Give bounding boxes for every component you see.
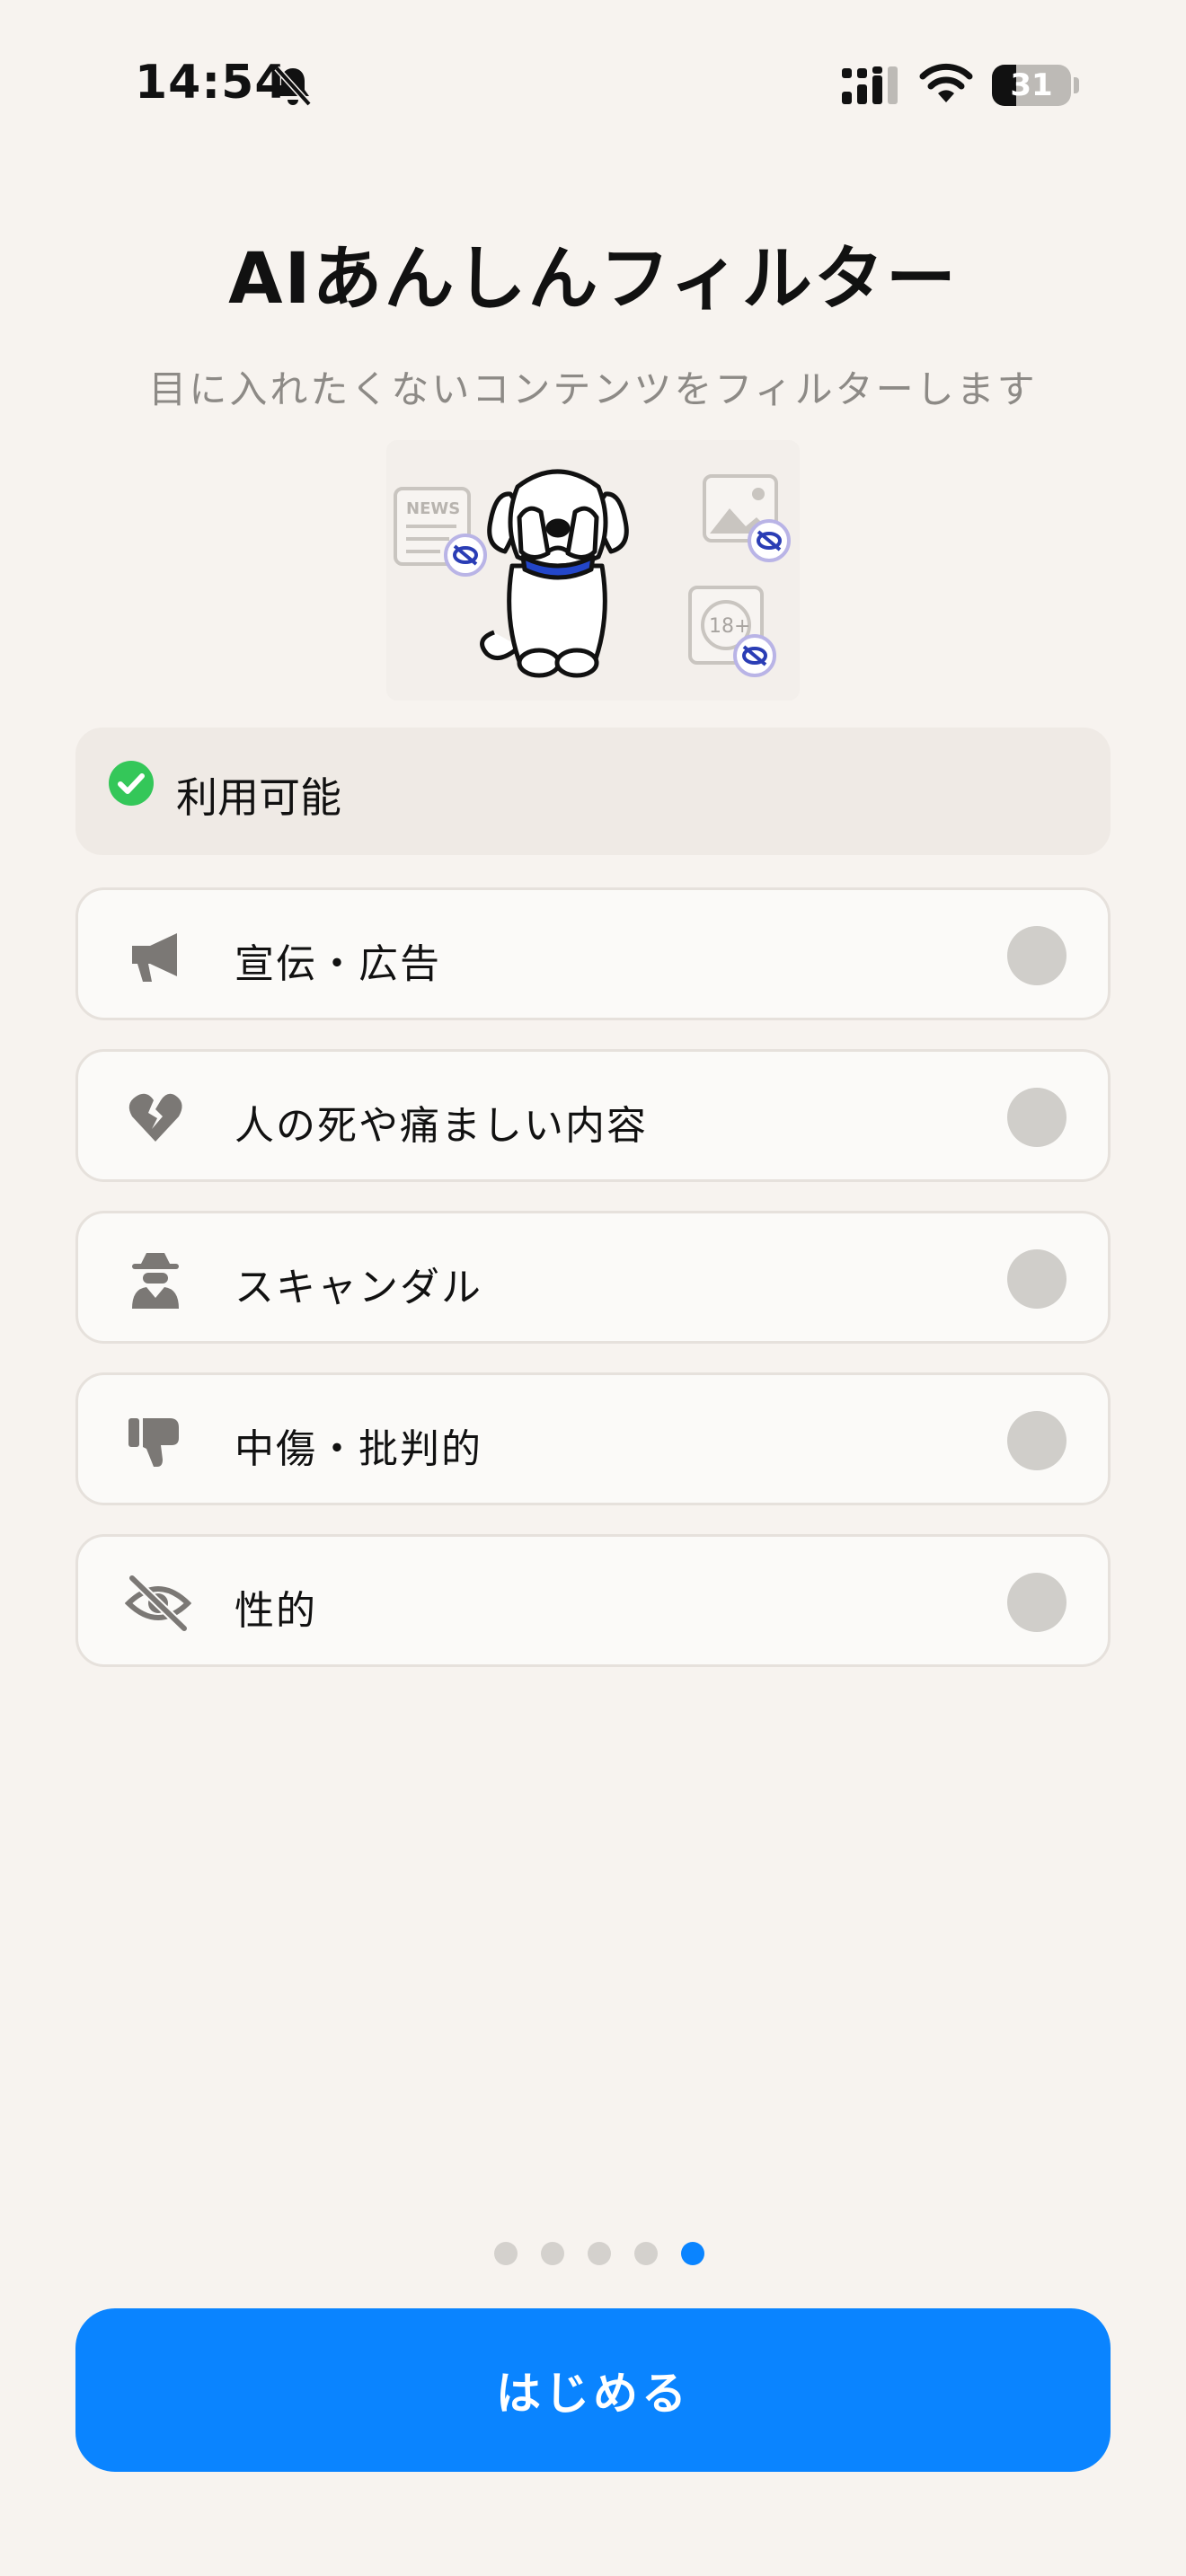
page-indicator xyxy=(494,2242,723,2267)
battery-icon: 31 xyxy=(992,65,1071,106)
filter-toggle[interactable] xyxy=(1007,1088,1067,1147)
availability-status-card: 利用可能 xyxy=(75,728,1111,855)
start-button[interactable]: はじめる xyxy=(75,2308,1111,2472)
status-time: 14:54 xyxy=(135,56,288,110)
page-title: AIあんしんフィルター xyxy=(228,239,958,320)
filter-list: 宣伝・広告 人の死や痛ましい内容 スキャンダル 中傷・批判的 性的 xyxy=(75,887,1111,1696)
filter-item-death[interactable]: 人の死や痛ましい内容 xyxy=(75,1049,1111,1182)
thumbs-down-icon xyxy=(125,1411,186,1472)
megaphone-icon xyxy=(125,926,186,987)
age-label: 18+ xyxy=(709,615,750,638)
page-dot[interactable] xyxy=(634,2242,659,2265)
page-dot[interactable] xyxy=(494,2242,518,2265)
page-subtitle: 目に入れたくないコンテンツをフィルターします xyxy=(148,367,1038,411)
age-restricted-icon: 18+ xyxy=(688,586,776,677)
broken-heart-icon xyxy=(125,1088,186,1149)
status-bar: 14:54 31 xyxy=(0,0,1186,171)
eye-slash-icon xyxy=(124,1573,192,1634)
page-dot-active[interactable] xyxy=(681,2242,705,2265)
battery-percent: 31 xyxy=(1010,67,1053,103)
filter-item-scandal[interactable]: スキャンダル xyxy=(75,1211,1111,1344)
filter-label: 人の死や痛ましい内容 xyxy=(235,1103,648,1149)
filter-label: 性的 xyxy=(235,1588,317,1634)
filter-label: 中傷・批判的 xyxy=(235,1426,482,1472)
check-circle-icon xyxy=(108,760,155,810)
filter-toggle[interactable] xyxy=(1007,926,1067,985)
filter-label: スキャンダル xyxy=(235,1265,482,1310)
spy-icon xyxy=(125,1249,186,1310)
filter-item-advertising[interactable]: 宣伝・広告 xyxy=(75,887,1111,1020)
filter-toggle[interactable] xyxy=(1007,1411,1067,1470)
filter-item-slander[interactable]: 中傷・批判的 xyxy=(75,1372,1111,1505)
bell-slash-icon xyxy=(273,65,313,111)
page-dot[interactable] xyxy=(588,2242,612,2265)
cellular-signal-icon xyxy=(840,66,903,110)
filter-toggle[interactable] xyxy=(1007,1573,1067,1632)
news-label: NEWS xyxy=(406,499,460,518)
filter-item-sexual[interactable]: 性的 xyxy=(75,1534,1111,1667)
dog-illustration: NEWS 18+ xyxy=(386,440,800,701)
availability-label: 利用可能 xyxy=(176,773,341,822)
filter-toggle[interactable] xyxy=(1007,1249,1067,1309)
filter-label: 宣伝・広告 xyxy=(235,941,441,987)
battery-tip xyxy=(1074,77,1079,93)
wifi-icon xyxy=(918,63,974,108)
page-dot[interactable] xyxy=(541,2242,565,2265)
